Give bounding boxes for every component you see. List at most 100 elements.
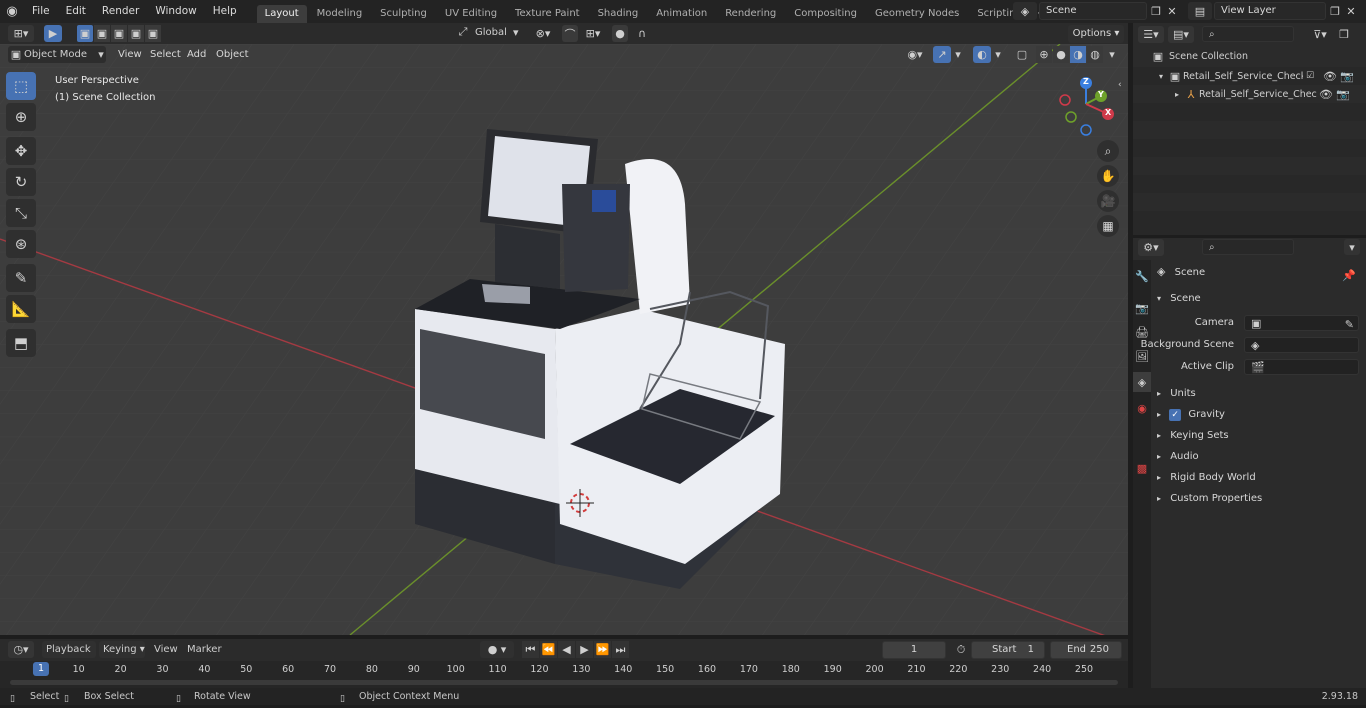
select-mode-intersect-icon[interactable]: ▣ [145, 25, 161, 42]
checkbox-icon[interactable]: ☑ [1303, 71, 1317, 81]
scene-icon[interactable]: ◈ [1013, 2, 1037, 20]
rotate-tool-icon[interactable]: ↻ [6, 168, 36, 196]
mode-selector[interactable]: ▣ Object Mode ▾ [8, 46, 106, 63]
measure-tool-icon[interactable]: 📐 [6, 295, 36, 323]
stopwatch-icon[interactable]: ⏱ [952, 641, 970, 658]
tab-rendering[interactable]: Rendering [717, 5, 784, 23]
frame-ruler[interactable]: 1 10 20 30 40 50 60 70 80 90 100 110 120 130 140 150 160… [0, 661, 1128, 688]
select-mode-new-icon[interactable]: ▣ [77, 25, 93, 42]
falloff-icon[interactable]: ∩ [630, 25, 654, 42]
camera-view-icon[interactable]: 🎥 [1097, 190, 1119, 212]
outliner-row-object[interactable]: ▸ ⅄ Retail_Self_Service_Chec 👁 📷 [1133, 85, 1366, 103]
blender-logo-icon[interactable]: ◉ [0, 0, 24, 23]
camera-render-icon[interactable]: 📷 [1335, 88, 1351, 101]
playback-menu[interactable]: Playback ▾ [42, 641, 96, 672]
overlays-toggle-icon[interactable]: ◐ [973, 46, 991, 63]
play-reverse-icon[interactable]: ◀ [558, 641, 575, 658]
3d-viewport[interactable]: User Perspective (1) Scene Collection Z … [0, 44, 1128, 635]
zoom-icon[interactable]: ⌕ [1097, 140, 1119, 162]
transform-orientation[interactable]: ⤢ Global ▾ [455, 25, 519, 39]
menu-window[interactable]: Window [147, 0, 204, 23]
timeline-editor-icon[interactable]: ◷▾ [8, 641, 34, 658]
menu-view[interactable]: View [112, 44, 148, 65]
timeline-menu-view[interactable]: View [154, 639, 178, 660]
play-icon[interactable]: ▶ [576, 641, 593, 658]
timeline-menu-marker[interactable]: Marker [187, 639, 222, 660]
copy-scene-icon[interactable]: ❐ [1147, 2, 1165, 20]
section-gravity[interactable]: ▸ ✓ Gravity [1157, 405, 1362, 425]
proportional-edit-icon[interactable]: ● [612, 25, 628, 42]
xray-icon[interactable]: ▢ [1014, 46, 1030, 63]
select-mode-invert-icon[interactable]: ▣ [128, 25, 144, 42]
pan-hand-icon[interactable]: ✋ [1097, 165, 1119, 187]
gizmo-toggle-icon[interactable]: ↗ [933, 46, 951, 63]
options-button[interactable]: Options ▾ [1068, 25, 1124, 43]
cursor-tool-icon[interactable]: ⊕ [6, 103, 36, 131]
outliner-editor-icon[interactable]: ☰▾ [1138, 25, 1164, 43]
section-keying-sets[interactable]: ▸ Keying Sets [1157, 426, 1362, 446]
scene-name-field[interactable]: Scene [1039, 2, 1147, 20]
gravity-checkbox[interactable]: ✓ [1169, 409, 1182, 421]
section-units[interactable]: ▸ Units [1157, 384, 1362, 404]
expand-arrow-icon[interactable]: ▸ [1171, 90, 1183, 99]
select-mode-subtract-icon[interactable]: ▣ [111, 25, 127, 42]
scene-panel-header[interactable]: ▾ Scene [1157, 289, 1362, 309]
rendered-shading-icon[interactable]: ◍ [1087, 46, 1103, 63]
menu-edit[interactable]: Edit [58, 0, 94, 23]
render-properties-icon[interactable]: 📷 [1133, 298, 1151, 318]
properties-search-input[interactable]: ⌕ [1202, 239, 1294, 255]
solid-shading-icon[interactable]: ● [1053, 46, 1069, 63]
section-rigid-body-world[interactable]: ▸ Rigid Body World [1157, 468, 1362, 488]
eyedropper-icon[interactable]: ✎ [1345, 317, 1354, 333]
tab-animation[interactable]: Animation [648, 5, 715, 23]
tool-properties-icon[interactable]: 🔧 [1133, 266, 1151, 286]
keying-menu[interactable]: Keying ▾ [99, 641, 145, 658]
tab-shading[interactable]: Shading [590, 5, 647, 23]
active-clip-field[interactable]: 🎬 [1244, 359, 1359, 375]
outliner-search-input[interactable]: ⌕ [1202, 26, 1294, 42]
section-audio[interactable]: ▸ Audio [1157, 447, 1362, 467]
add-cube-tool-icon[interactable]: ⬒ [6, 329, 36, 357]
tab-modeling[interactable]: Modeling [309, 5, 371, 23]
filter-icon[interactable]: ⊽▾ [1308, 28, 1332, 41]
tab-uv-editing[interactable]: UV Editing [437, 5, 505, 23]
view-layer-icon[interactable]: ▤ [1188, 2, 1212, 20]
wireframe-shading-icon[interactable]: ⊕ [1036, 46, 1052, 63]
editor-type-icon[interactable]: ⊞▾ [8, 25, 34, 42]
pin-icon[interactable]: 📌 [1342, 266, 1356, 286]
perspective-toggle-icon[interactable]: ▦ [1097, 215, 1119, 237]
navigation-gizmo[interactable]: Z Y X [1056, 74, 1122, 136]
scene-properties-icon[interactable]: ◈ [1133, 372, 1151, 392]
annotate-tool-icon[interactable]: ✎ [6, 264, 36, 292]
tab-layout[interactable]: Layout [256, 5, 307, 23]
gizmo-dropdown-icon[interactable]: ▾ [952, 46, 964, 63]
jump-next-keyframe-icon[interactable]: ⏩ [594, 641, 611, 658]
record-icon[interactable]: ● ▾ [480, 641, 514, 658]
camera-render-icon[interactable]: 📷 [1339, 70, 1355, 83]
shading-dropdown-icon[interactable]: ▾ [1106, 46, 1118, 63]
visibility-icon[interactable]: ◉▾ [903, 46, 927, 63]
world-properties-icon[interactable]: ◉ [1133, 398, 1151, 418]
timeline-scrollbar[interactable] [10, 680, 1118, 685]
scale-tool-icon[interactable]: ⤡ [6, 199, 36, 227]
collapse-sidebar-icon[interactable]: ‹ [1118, 80, 1122, 90]
select-mode-extend-icon[interactable]: ▣ [94, 25, 110, 42]
background-scene-field[interactable]: ◈ [1244, 337, 1359, 353]
jump-prev-keyframe-icon[interactable]: ⏪ [540, 641, 557, 658]
current-frame-field[interactable]: 1 [882, 641, 946, 659]
close-scene-icon[interactable]: ✕ [1165, 2, 1179, 20]
material-shading-icon[interactable]: ◑ [1070, 46, 1086, 63]
jump-start-icon[interactable]: ⏮ [522, 641, 539, 658]
menu-render[interactable]: Render [94, 0, 147, 23]
properties-editor-icon[interactable]: ⚙▾ [1138, 238, 1164, 256]
expand-arrow-icon[interactable]: ▾ [1155, 72, 1167, 81]
tab-compositing[interactable]: Compositing [786, 5, 865, 23]
transform-tool-icon[interactable]: ⊛ [6, 230, 36, 258]
new-collection-icon[interactable]: ❐ [1336, 28, 1352, 41]
view-layer-field[interactable]: View Layer [1214, 2, 1326, 20]
eye-icon[interactable]: 👁 [1321, 70, 1339, 83]
copy-view-layer-icon[interactable]: ❐ [1326, 2, 1344, 20]
menu-add[interactable]: Add [181, 44, 212, 65]
select-tool-icon[interactable]: ▶ [44, 25, 62, 42]
tab-texture-paint[interactable]: Texture Paint [507, 5, 588, 23]
